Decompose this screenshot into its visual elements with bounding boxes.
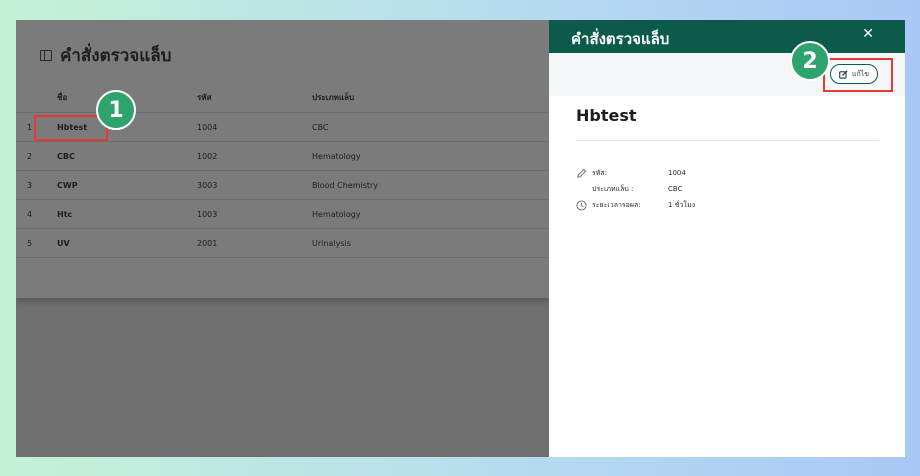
row-type: CBC [312,112,549,142]
row-code: 1002 [197,141,312,171]
type-label: ประเภทแล็บ : [592,184,634,193]
time-value: 1 ชั่วโมง [668,200,696,209]
row-index: 4 [16,199,57,229]
table-row[interactable]: 2 CBC 1002 Hematology [16,141,549,171]
row-code: 1004 [197,112,312,142]
code-value: 1004 [668,169,686,177]
row-name[interactable]: CWP [57,170,197,200]
record-title: Hbtest [576,106,637,125]
table-row[interactable]: 4 Htc 1003 Hematology [16,199,549,229]
row-name[interactable]: CBC [57,141,197,171]
drawer-header: คำสั่งตรวจแล็บ ✕ [549,20,905,53]
detail-type-row: ประเภทแล็บ : CBC [576,182,682,196]
detail-time-row: ระยะเวลารอผล: 1 ชั่วโมง [576,198,695,212]
row-code: 3003 [197,170,312,200]
step-badge-1: 1 [96,90,136,130]
close-icon[interactable]: ✕ [862,26,874,42]
detail-code-row: รหัส: 1004 [576,166,686,180]
column-header-type[interactable]: ประเภทแล็บ [312,82,549,113]
layout-sidebar-icon[interactable] [40,50,52,61]
row-type: Hematology [312,199,549,229]
row-type: Hematology [312,141,549,171]
step-badge-2: 2 [790,41,830,81]
time-label: ระยะเวลารอผล: [592,200,641,209]
drawer-title: คำสั่งตรวจแล็บ [571,30,670,48]
pencil-icon [576,166,592,180]
code-label: รหัส: [592,168,608,177]
lab-order-page: คำสั่งตรวจแล็บ ชื่อ รหัส ประเภทแล็บ 1 Hb… [16,20,549,298]
highlight-box-hbtest [34,115,108,141]
row-name[interactable]: Htc [57,199,197,229]
type-value: CBC [668,185,683,193]
row-type: Urinalysis [312,228,549,258]
row-name[interactable]: UV [57,228,197,258]
row-index: 3 [16,170,57,200]
table-row[interactable]: 3 CWP 3003 Blood Chemistry [16,170,549,200]
highlight-box-edit [823,58,893,92]
page-header: คำสั่งตรวจแล็บ [40,42,171,69]
row-type: Blood Chemistry [312,170,549,200]
row-code: 2001 [197,228,312,258]
divider [576,140,879,141]
clock-icon [576,198,592,212]
row-index: 2 [16,141,57,171]
column-header-code[interactable]: รหัส [197,82,312,113]
row-index: 5 [16,228,57,258]
page-title: คำสั่งตรวจแล็บ [60,46,172,66]
row-code: 1003 [197,199,312,229]
table-row[interactable]: 5 UV 2001 Urinalysis [16,228,549,258]
app-window: คำสั่งตรวจแล็บ ชื่อ รหัส ประเภทแล็บ 1 Hb… [16,20,905,457]
